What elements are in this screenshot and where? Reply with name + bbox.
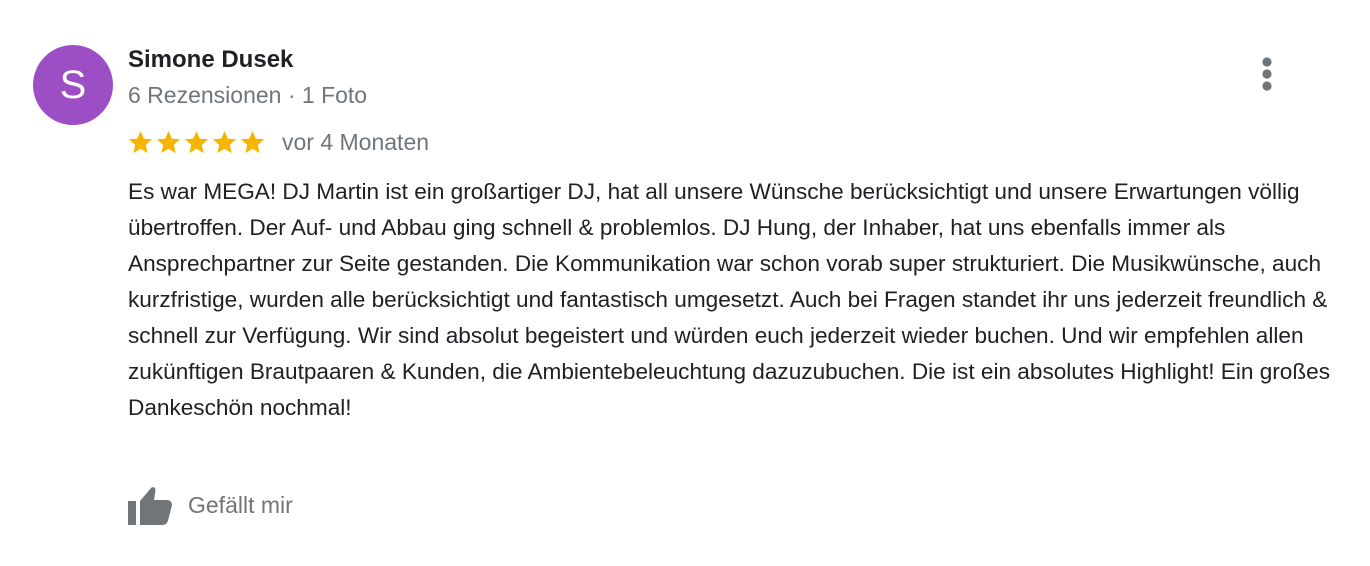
author-meta[interactable]: 6 Rezensionen · 1 Foto	[128, 80, 367, 110]
star-icon	[184, 130, 209, 153]
star-icon	[156, 130, 181, 153]
more-vert-icon	[1262, 57, 1272, 91]
rating-row: vor 4 Monaten	[127, 125, 429, 159]
review-text: Es war MEGA! DJ Martin ist ein großartig…	[128, 179, 1331, 420]
like-label: Gefällt mir	[188, 491, 293, 518]
star-icon	[128, 130, 153, 153]
review-time: vor 4 Monaten	[282, 128, 430, 155]
avatar[interactable]: S	[33, 45, 113, 125]
star-icon	[212, 130, 237, 153]
like-button[interactable]: Gefällt mir	[126, 482, 293, 528]
star-icon	[240, 130, 265, 153]
thumb-up-icon	[128, 487, 172, 525]
more-options-button[interactable]	[1247, 50, 1287, 98]
avatar-letter: S	[59, 63, 87, 107]
star-rating	[127, 129, 266, 156]
author-name[interactable]: Simone Dusek	[128, 45, 293, 75]
review-card: S Simone Dusek 6 Rezensionen · 1 Foto vo…	[0, 0, 1370, 566]
